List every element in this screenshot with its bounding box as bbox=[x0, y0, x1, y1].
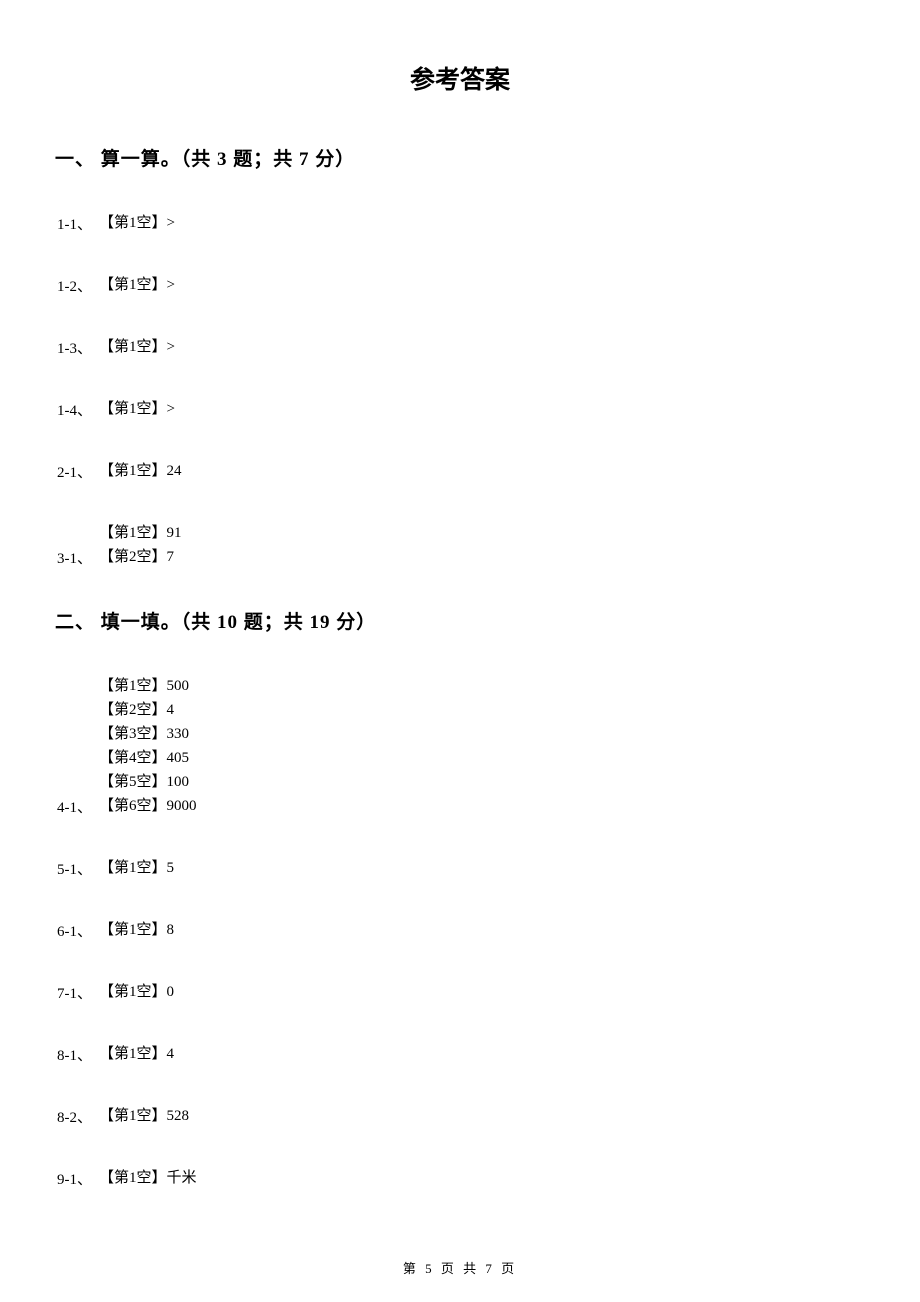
answer-num: 1-1、 bbox=[57, 216, 99, 236]
answer-row: 8-1、 【第1空】4 bbox=[55, 1042, 865, 1066]
answer-content: 【第1空】> bbox=[99, 397, 175, 421]
answer-num: 8-2、 bbox=[57, 1109, 99, 1129]
answer-row: 6-1、 【第1空】8 bbox=[55, 918, 865, 942]
answer-content: 【第1空】4 bbox=[99, 1042, 174, 1066]
answer-row: 7-1、 【第1空】0 bbox=[55, 980, 865, 1004]
answer-content: 【第1空】500【第2空】4【第3空】330【第4空】405【第5空】100【第… bbox=[99, 674, 197, 818]
answer-row: 1-3、 【第1空】> bbox=[55, 335, 865, 359]
answer-row: 4-1、 【第1空】500【第2空】4【第3空】330【第4空】405【第5空】… bbox=[55, 674, 865, 818]
answer-num: 2-1、 bbox=[57, 464, 99, 484]
answer-content: 【第1空】> bbox=[99, 335, 175, 359]
answer-row: 9-1、 【第1空】千米 bbox=[55, 1166, 865, 1190]
answer-content: 【第1空】24 bbox=[99, 459, 182, 483]
answer-num: 1-4、 bbox=[57, 402, 99, 422]
answer-num: 5-1、 bbox=[57, 861, 99, 881]
answer-num: 8-1、 bbox=[57, 1047, 99, 1067]
answer-num: 4-1、 bbox=[57, 799, 99, 819]
page-title: 参考答案 bbox=[55, 60, 865, 96]
answer-num: 3-1、 bbox=[57, 550, 99, 570]
section-1-header: 一、 算一算。（共 3 题；共 7 分） bbox=[55, 144, 865, 171]
answer-row: 5-1、 【第1空】5 bbox=[55, 856, 865, 880]
page-footer: 第 5 页 共 7 页 bbox=[0, 1258, 920, 1277]
answer-content: 【第1空】> bbox=[99, 211, 175, 235]
answer-num: 9-1、 bbox=[57, 1171, 99, 1191]
answer-row: 8-2、 【第1空】528 bbox=[55, 1104, 865, 1128]
answer-row: 1-4、 【第1空】> bbox=[55, 397, 865, 421]
answer-num: 7-1、 bbox=[57, 985, 99, 1005]
answer-content: 【第1空】91【第2空】7 bbox=[99, 521, 182, 569]
answer-num: 6-1、 bbox=[57, 923, 99, 943]
answer-content: 【第1空】千米 bbox=[99, 1166, 197, 1190]
answer-row: 3-1、 【第1空】91【第2空】7 bbox=[55, 521, 865, 569]
section-2-header: 二、 填一填。（共 10 题；共 19 分） bbox=[55, 607, 865, 634]
answer-row: 1-1、 【第1空】> bbox=[55, 211, 865, 235]
answer-content: 【第1空】5 bbox=[99, 856, 174, 880]
answer-content: 【第1空】0 bbox=[99, 980, 174, 1004]
answer-content: 【第1空】528 bbox=[99, 1104, 189, 1128]
answer-row: 1-2、 【第1空】> bbox=[55, 273, 865, 297]
answer-row: 2-1、 【第1空】24 bbox=[55, 459, 865, 483]
answer-content: 【第1空】8 bbox=[99, 918, 174, 942]
answer-content: 【第1空】> bbox=[99, 273, 175, 297]
answer-num: 1-3、 bbox=[57, 340, 99, 360]
answer-num: 1-2、 bbox=[57, 278, 99, 298]
